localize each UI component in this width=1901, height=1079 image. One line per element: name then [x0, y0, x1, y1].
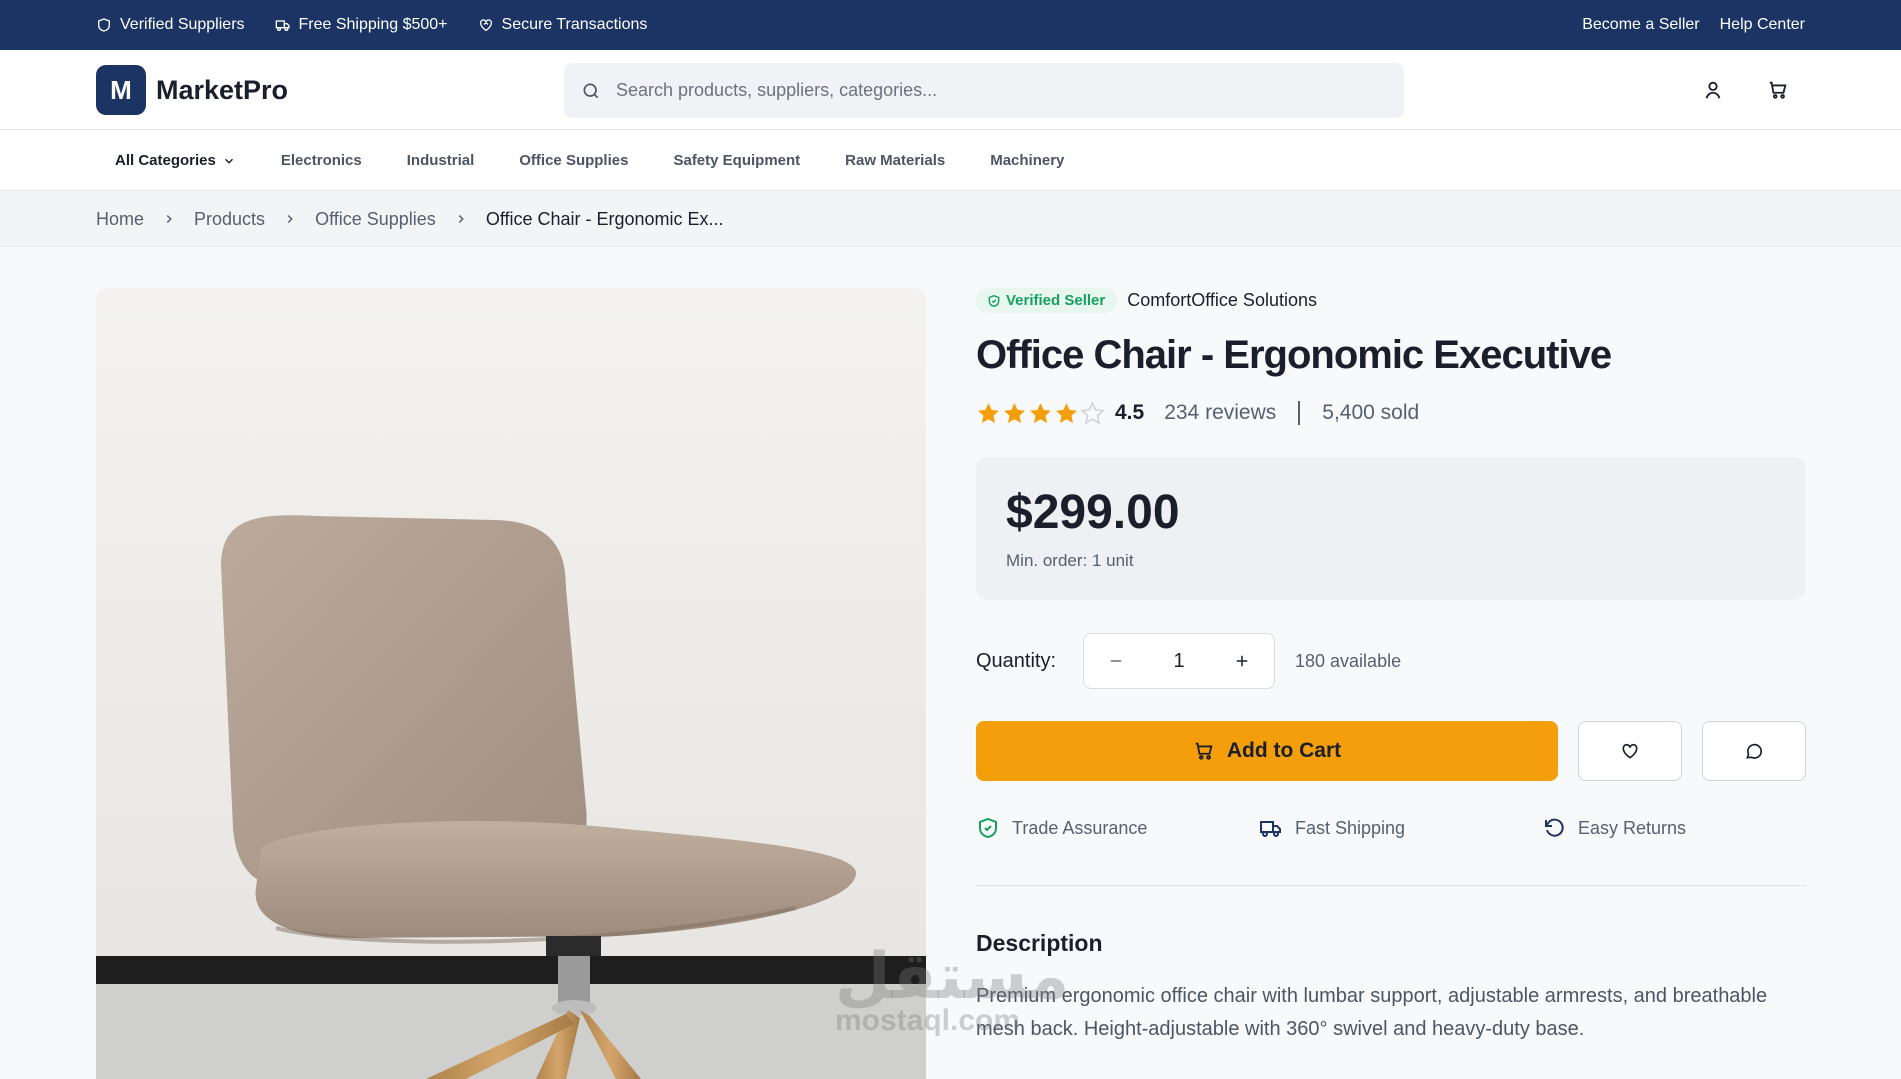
available-stock: 180 available	[1295, 650, 1402, 671]
verified-suppliers-badge: Verified Suppliers	[96, 16, 245, 34]
shield-check-icon	[988, 294, 1000, 307]
breadcrumb-home[interactable]: Home	[96, 209, 144, 230]
trust-features: Trade Assurance Fast Shipping Easy Retur…	[976, 816, 1806, 872]
star-filled-icon	[1004, 402, 1025, 423]
chevron-right-icon	[458, 214, 464, 224]
heart-handshake-icon	[479, 19, 492, 32]
feature-easy-returns: Easy Returns	[1542, 816, 1686, 840]
secure-transactions-label: Secure Transactions	[501, 16, 648, 33]
rating-divider	[1298, 401, 1301, 425]
star-filled-icon	[1030, 402, 1051, 423]
free-shipping-label: Free Shipping $500+	[298, 16, 448, 33]
verified-seller-label: Verified Seller	[1006, 292, 1106, 309]
decrease-quantity-button[interactable]	[1104, 649, 1128, 673]
seller-row: Verified Seller ComfortOffice Solutions	[976, 288, 1806, 313]
minus-icon	[1110, 660, 1122, 662]
user-icon[interactable]	[1702, 79, 1724, 101]
feature-trade-assurance: Trade Assurance	[976, 816, 1259, 840]
brand-name: MarketPro	[156, 74, 289, 105]
breadcrumb-office-supplies[interactable]: Office Supplies	[315, 209, 436, 230]
wishlist-button[interactable]	[1578, 721, 1682, 781]
product-image[interactable]	[96, 288, 926, 1079]
reviews-count[interactable]: 234 reviews	[1164, 401, 1276, 425]
help-center-link[interactable]: Help Center	[1720, 16, 1805, 34]
product-title: Office Chair - Ergonomic Executive	[976, 333, 1612, 377]
shield-check-icon	[979, 817, 997, 839]
truck-icon	[275, 20, 290, 31]
add-to-cart-button[interactable]: Add to Cart	[976, 721, 1558, 781]
action-buttons: Add to Cart	[976, 721, 1806, 781]
nav-item-electronics[interactable]: Electronics	[281, 152, 362, 169]
chevron-right-icon	[287, 214, 293, 224]
nav-item-raw-materials[interactable]: Raw Materials	[845, 152, 945, 169]
description-text: Premium ergonomic office chair with lumb…	[976, 985, 1768, 1040]
breadcrumb-products[interactable]: Products	[194, 209, 265, 230]
site-header: M MarketPro	[0, 50, 1901, 130]
verified-seller-badge: Verified Seller	[976, 288, 1118, 313]
rating-row: 4.5 234 reviews 5,400 sold	[976, 398, 1419, 428]
trade-assurance-label: Trade Assurance	[1012, 817, 1148, 838]
increase-quantity-button[interactable]	[1230, 649, 1254, 673]
search-input[interactable]	[616, 80, 1376, 101]
logo[interactable]: M MarketPro	[96, 65, 288, 115]
quantity-stepper: 1	[1083, 633, 1275, 689]
quantity-value[interactable]: 1	[1173, 650, 1184, 673]
min-order: Min. order: 1 unit	[1006, 551, 1134, 570]
category-nav: All Categories Electronics Industrial Of…	[0, 130, 1901, 191]
all-categories-label: All Categories	[115, 152, 216, 169]
easy-returns-label: Easy Returns	[1578, 817, 1687, 838]
rotate-ccw-icon	[1545, 818, 1564, 837]
star-filled-icon	[1056, 402, 1077, 423]
nav-item-office-supplies[interactable]: Office Supplies	[519, 152, 628, 169]
price-panel: $299.00 Min. order: 1 unit	[976, 457, 1806, 600]
truck-icon	[1260, 821, 1281, 837]
message-circle-icon	[1746, 743, 1762, 759]
free-shipping-badge: Free Shipping $500+	[275, 16, 448, 34]
nav-item-safety-equipment[interactable]: Safety Equipment	[673, 152, 800, 169]
product-info: Verified Seller ComfortOffice Solutions …	[976, 288, 1806, 1040]
star-filled-icon	[978, 402, 999, 423]
star-empty-icon	[1080, 400, 1105, 425]
fast-shipping-label: Fast Shipping	[1295, 817, 1406, 838]
plus-icon	[1236, 655, 1248, 667]
sold-count: 5,400 sold	[1322, 401, 1420, 424]
top-announcement-bar: Verified Suppliers Free Shipping $500+ S…	[0, 0, 1901, 50]
verified-suppliers-label: Verified Suppliers	[120, 16, 245, 33]
quantity-row: Quantity: 1 180 available	[976, 633, 1401, 689]
nav-item-industrial[interactable]: Industrial	[407, 152, 475, 169]
add-to-cart-label: Add to Cart	[1226, 739, 1342, 762]
all-categories-dropdown[interactable]: All Categories	[115, 152, 236, 169]
nav-item-machinery[interactable]: Machinery	[990, 152, 1064, 169]
breadcrumb: Home Products Office Supplies Office Cha…	[0, 191, 1901, 247]
feature-fast-shipping: Fast Shipping	[1259, 816, 1542, 840]
star-rating	[976, 400, 1105, 426]
section-divider	[976, 885, 1806, 886]
secure-transactions-badge: Secure Transactions	[478, 16, 648, 34]
chevron-right-icon	[166, 214, 172, 224]
cart-icon	[1195, 742, 1213, 760]
chevron-down-icon	[224, 158, 233, 164]
breadcrumb-current: Office Chair - Ergonomic Ex...	[485, 208, 724, 229]
logo-mark: M	[96, 65, 146, 115]
contact-seller-button[interactable]	[1702, 721, 1806, 781]
become-seller-link[interactable]: Become a Seller	[1582, 16, 1699, 34]
search-icon	[583, 83, 599, 99]
seller-name[interactable]: ComfortOffice Solutions	[1127, 290, 1317, 311]
quantity-label: Quantity:	[976, 649, 1057, 672]
product-price: $299.00	[1006, 486, 1180, 539]
shield-icon	[98, 18, 110, 32]
heart-icon	[1622, 743, 1638, 759]
description-heading: Description	[976, 930, 1103, 956]
search-bar	[564, 63, 1404, 118]
cart-icon[interactable]	[1767, 79, 1789, 101]
rating-value: 4.5	[1115, 401, 1145, 424]
office-chair-photo	[96, 288, 926, 1079]
